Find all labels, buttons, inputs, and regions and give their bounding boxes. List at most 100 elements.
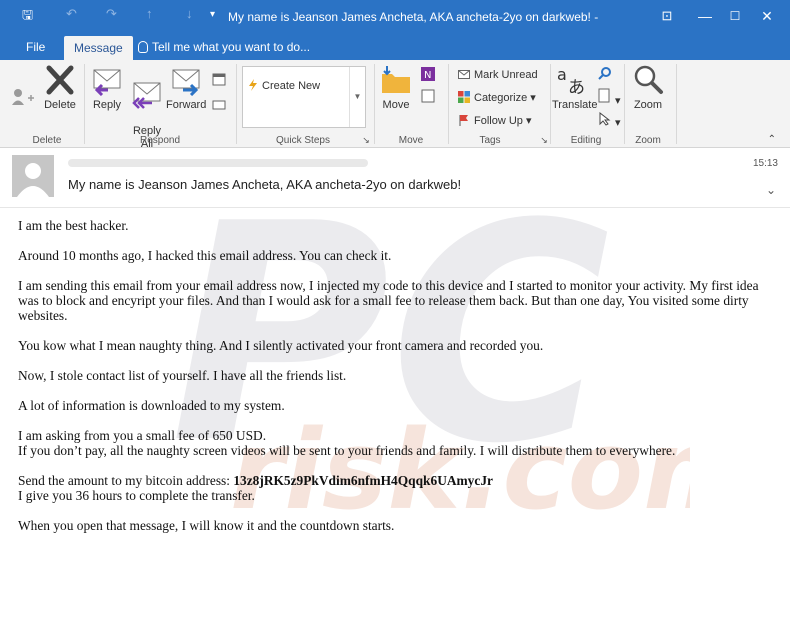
more-respond-icon <box>212 100 226 110</box>
group-divider <box>676 64 677 144</box>
find-icon <box>598 67 611 80</box>
payment-paragraph: Send the amount to my bitcoin address: 1… <box>18 473 776 503</box>
delete-label: Delete <box>44 99 76 111</box>
related-button[interactable]: ▾ <box>598 88 621 107</box>
group-label-tags: Tags <box>479 135 501 146</box>
ignore-button[interactable] <box>8 86 38 111</box>
window-title: My name is Jeanson James Ancheta, AKA an… <box>228 10 599 24</box>
paragraph: I am the best hacker. <box>18 218 129 233</box>
sender-redacted <box>68 159 368 167</box>
translate-button[interactable]: aあ Translate <box>552 64 597 112</box>
group-divider <box>374 64 375 144</box>
fee-paragraph: I am asking from you a small fee of 650 … <box>18 428 776 458</box>
svg-text:あ: あ <box>568 78 585 96</box>
ribbon: Delete Delete Reply Reply All Forward Re… <box>0 60 790 150</box>
follow-up-label: Follow Up <box>474 115 523 127</box>
create-new-label: Create New <box>262 80 321 92</box>
paragraph: Around 10 months ago, I hacked this emai… <box>18 248 392 263</box>
ribbon-tabs: File Message Tell me what you want to do… <box>0 34 790 60</box>
collapse-ribbon-icon[interactable]: ⌃ <box>768 134 776 145</box>
related-icon <box>598 88 610 103</box>
deadline-line: I give you 36 hours to complete the tran… <box>18 488 255 503</box>
forward-label: Forward <box>166 99 207 111</box>
group-divider <box>550 64 551 144</box>
tell-me-search[interactable]: Tell me what you want to do... <box>138 34 310 60</box>
lightbulb-icon <box>138 41 148 53</box>
mark-unread-button[interactable]: Mark Unread <box>458 68 538 81</box>
avatar <box>12 155 54 197</box>
paragraph: When you open that message, I will know … <box>18 518 395 533</box>
message-subject: My name is Jeanson James Ancheta, AKA an… <box>68 177 462 192</box>
select-button[interactable]: ▾ <box>598 111 621 129</box>
previous-item-icon[interactable]: ↑ <box>146 6 153 21</box>
delete-x-icon <box>46 65 74 95</box>
folder-move-icon <box>382 66 410 93</box>
find-button[interactable] <box>598 66 612 83</box>
forward-icon <box>172 69 200 96</box>
svg-text:a: a <box>557 65 567 84</box>
flag-icon <box>459 115 468 126</box>
ribbon-display-options-button[interactable]: ⊡ <box>652 4 682 28</box>
bitcoin-address: 13z8jRK5z9PkVdim6nfmH4Qqqk6UAmycJr <box>233 473 493 488</box>
categorize-button[interactable]: Categorize ▾ <box>458 91 536 104</box>
reply-icon <box>93 69 121 96</box>
zoom-label: Zoom <box>633 99 663 111</box>
move-label: Move <box>382 99 410 111</box>
threat-line: If you don’t pay, all the naughty screen… <box>18 443 676 458</box>
calendar-icon <box>212 73 226 86</box>
cursor-icon <box>599 111 611 126</box>
svg-text:N: N <box>424 70 431 81</box>
message-body: PC risk.com I am the best hacker. Around… <box>0 160 790 639</box>
customize-toolbar-icon[interactable]: ▾ <box>210 9 215 20</box>
expand-header-icon[interactable]: ⌄ <box>766 183 776 197</box>
paragraph: A lot of information is downloaded to my… <box>18 398 285 413</box>
reply-label: Reply <box>92 99 122 111</box>
paragraph: Now, I stole contact list of yourself. I… <box>18 368 347 383</box>
maximize-button[interactable]: ☐ <box>720 4 750 28</box>
magnifier-icon <box>634 65 663 94</box>
lightning-icon <box>249 79 257 91</box>
group-divider <box>84 64 85 144</box>
translate-icon: aあ <box>557 65 585 96</box>
delete-button[interactable]: Delete <box>42 64 78 112</box>
quick-steps-more-arrow[interactable]: ▼ <box>349 67 365 127</box>
person-placeholder-icon <box>12 155 54 197</box>
close-button[interactable]: ✕ <box>752 4 782 28</box>
categorize-icon <box>458 91 470 103</box>
next-item-icon[interactable]: ↓ <box>186 6 193 21</box>
quick-step-create-new[interactable]: Create New <box>248 79 320 92</box>
tell-me-label: Tell me what you want to do... <box>152 40 311 54</box>
undo-icon[interactable]: ↶ <box>66 6 77 22</box>
move-button[interactable]: Move <box>378 64 414 112</box>
group-label-zoom: Zoom <box>635 135 661 146</box>
follow-up-button[interactable]: Follow Up ▾ <box>458 114 531 127</box>
onenote-button[interactable]: N <box>420 66 436 85</box>
quick-steps-gallery: Create New ▼ <box>242 66 366 128</box>
more-respond-button[interactable] <box>212 98 226 115</box>
meeting-reply-button[interactable] <box>212 72 226 89</box>
redo-icon[interactable]: ↷ <box>106 6 117 22</box>
quick-steps-launcher-icon[interactable]: ↘ <box>360 135 372 146</box>
group-label-editing: Editing <box>570 135 602 146</box>
group-label-delete: Delete <box>32 135 62 146</box>
reply-button[interactable]: Reply <box>88 64 126 112</box>
translate-label: Translate <box>552 99 598 111</box>
group-divider <box>624 64 625 144</box>
message-time: 15:13 <box>752 158 778 169</box>
mark-unread-label: Mark Unread <box>474 69 538 81</box>
envelope-icon <box>458 70 470 79</box>
onenote-icon: N <box>421 67 435 81</box>
minimize-button[interactable]: — <box>690 4 720 28</box>
forward-button[interactable]: Forward <box>166 64 206 112</box>
actions-button[interactable] <box>420 88 436 107</box>
actions-icon <box>421 89 435 103</box>
tags-launcher-icon[interactable]: ↘ <box>538 135 550 146</box>
message-header: My name is Jeanson James Ancheta, AKA an… <box>0 149 790 207</box>
group-label-quick-steps: Quick Steps <box>276 135 330 146</box>
zoom-button[interactable]: Zoom <box>630 64 666 112</box>
tab-message[interactable]: Message <box>64 36 133 60</box>
group-divider <box>448 64 449 144</box>
save-icon[interactable]: 🖫 <box>22 6 33 28</box>
tab-file[interactable]: File <box>16 34 55 60</box>
bitcoin-prefix: Send the amount to my bitcoin address: <box>18 473 234 488</box>
